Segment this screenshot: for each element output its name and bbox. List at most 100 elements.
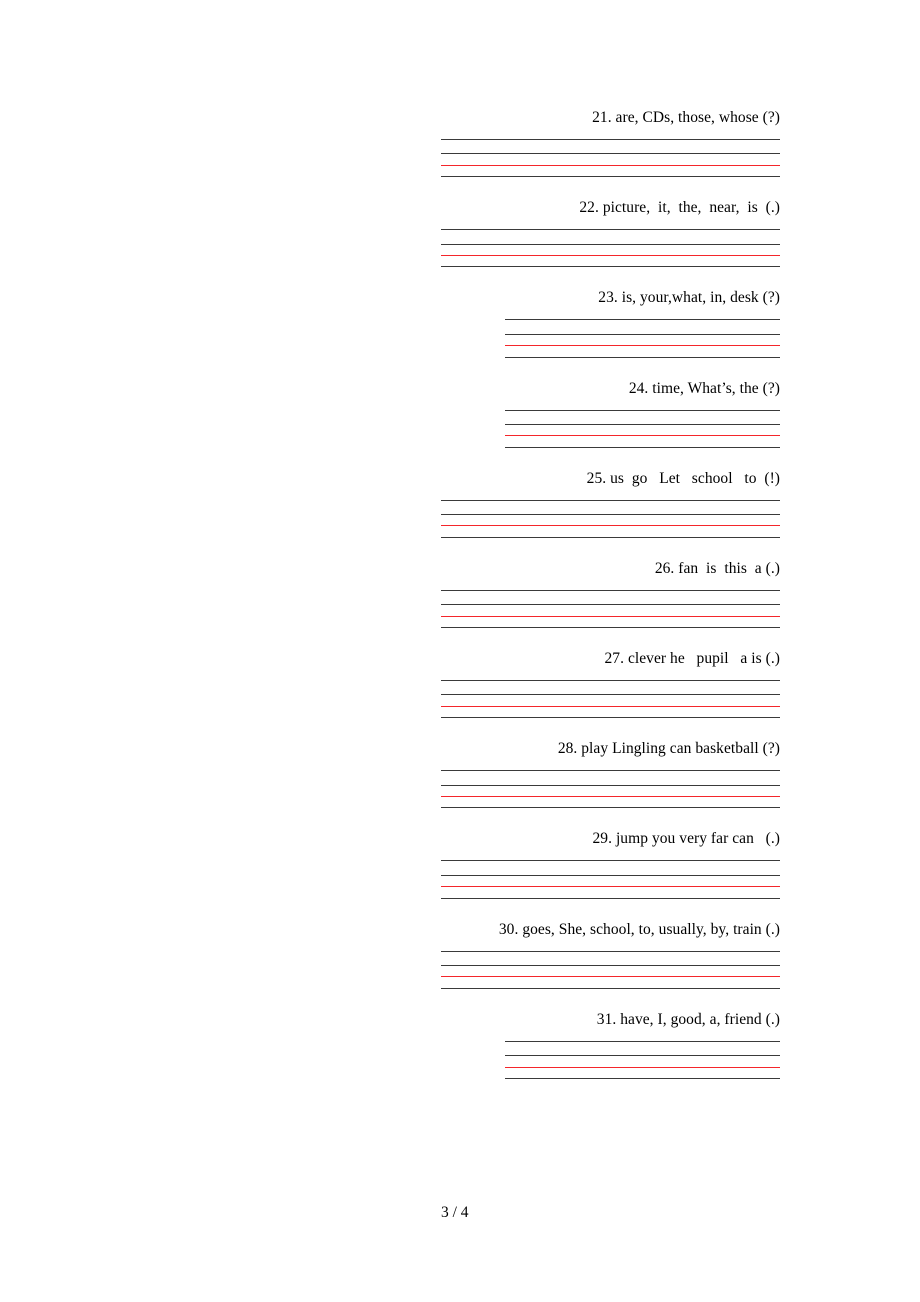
answer-writing-lines[interactable]	[441, 139, 780, 178]
writing-rule-red	[441, 886, 780, 888]
answer-writing-lines[interactable]	[441, 229, 780, 268]
exercise-item: 29. jump you very far can (.)	[441, 829, 780, 919]
answer-writing-lines[interactable]	[441, 589, 780, 629]
writing-rule-dark	[505, 1040, 780, 1042]
exercise-prompt: 30. goes, She, school, to, usually, by, …	[498, 920, 780, 938]
writing-rule-dark	[441, 514, 780, 516]
writing-rule-dark	[505, 423, 780, 425]
answer-writing-lines[interactable]	[441, 680, 780, 719]
exercise-list: 21. are, CDs, those, whose (?) 22. pictur…	[441, 108, 780, 1100]
writing-rule-dark	[505, 1055, 780, 1057]
exercise-prompt: 28. play Lingling can basketball (?)	[557, 740, 780, 758]
writing-rule-red	[505, 1066, 780, 1068]
answer-writing-lines[interactable]	[505, 409, 780, 448]
writing-rule-dark	[441, 153, 780, 155]
writing-rule-dark	[441, 139, 780, 140]
exercise-prompt: 21. are, CDs, those, whose (?)	[592, 109, 780, 126]
writing-rule-dark	[441, 950, 780, 952]
writing-rule-dark	[441, 589, 780, 591]
writing-rule-dark	[441, 770, 780, 772]
writing-rule-dark	[505, 1077, 780, 1079]
answer-writing-lines[interactable]	[441, 950, 780, 989]
exercise-prompt: 27. clever he pupil a is (.)	[604, 650, 780, 668]
writing-rule-dark	[441, 694, 780, 696]
exercise-item: 23. is, your,what, in, desk (?)	[441, 288, 780, 378]
writing-rule-red	[505, 345, 780, 347]
answer-writing-lines[interactable]	[505, 1040, 780, 1079]
worksheet-page: 21. are, CDs, those, whose (?) 22. pictur…	[0, 0, 920, 1302]
writing-rule-dark	[441, 604, 780, 606]
writing-rule-red	[441, 525, 780, 527]
writing-rule-dark	[505, 446, 780, 448]
writing-rule-dark	[441, 229, 780, 231]
writing-rule-red	[441, 164, 780, 166]
writing-rule-dark	[441, 627, 780, 629]
writing-rule-red	[505, 435, 780, 437]
writing-rule-dark	[441, 860, 780, 862]
writing-rule-dark	[505, 356, 780, 358]
answer-writing-lines[interactable]	[441, 499, 780, 538]
writing-rule-red	[441, 615, 780, 617]
writing-rule-dark	[505, 333, 780, 335]
answer-writing-lines[interactable]	[441, 770, 780, 809]
writing-rule-dark	[441, 176, 780, 178]
exercise-prompt: 29. jump you very far can (.)	[592, 830, 780, 848]
writing-rule-dark	[441, 964, 780, 966]
answer-writing-lines[interactable]	[441, 860, 780, 899]
page-number-footer: 3 / 4	[441, 1204, 469, 1221]
writing-rule-dark	[441, 717, 780, 719]
exercise-prompt: 25. us go Let school to (!)	[586, 469, 780, 487]
writing-rule-dark	[441, 243, 780, 245]
exercise-item: 25. us go Let school to (!)	[441, 469, 780, 559]
writing-rule-dark	[441, 680, 780, 682]
exercise-item: 28. play Lingling can basketball (?)	[441, 739, 780, 829]
writing-rule-dark	[441, 987, 780, 989]
exercise-prompt: 26. fan is this a (.)	[654, 559, 780, 577]
exercise-prompt: 24. time, What’s, the (?)	[628, 379, 780, 397]
writing-rule-dark	[441, 874, 780, 876]
answer-writing-lines[interactable]	[505, 319, 780, 358]
exercise-item: 27. clever he pupil a is (.)	[441, 649, 780, 739]
exercise-item: 31. have, I, good, a, friend (.)	[441, 1010, 780, 1100]
exercise-prompt: 23. is, your,what, in, desk (?)	[598, 289, 780, 307]
writing-rule-dark	[441, 536, 780, 538]
writing-rule-red	[441, 795, 780, 797]
exercise-item: 24. time, What’s, the (?)	[441, 379, 780, 469]
writing-rule-red	[441, 254, 780, 256]
writing-rule-red	[441, 976, 780, 978]
writing-rule-dark	[441, 897, 780, 899]
writing-rule-dark	[441, 266, 780, 268]
exercise-item: 22. picture, it, the, near, is (.)	[441, 198, 780, 288]
exercise-prompt: 22. picture, it, the, near, is (.)	[579, 199, 780, 217]
writing-rule-dark	[505, 319, 780, 321]
exercise-item: 26. fan is this a (.)	[441, 559, 780, 649]
exercise-item: 21. are, CDs, those, whose (?)	[441, 108, 780, 198]
writing-rule-red	[441, 705, 780, 707]
writing-rule-dark	[441, 807, 780, 809]
writing-rule-dark	[441, 499, 780, 501]
writing-rule-dark	[441, 784, 780, 786]
exercise-prompt: 31. have, I, good, a, friend (.)	[596, 1010, 780, 1028]
writing-rule-dark	[505, 409, 780, 411]
